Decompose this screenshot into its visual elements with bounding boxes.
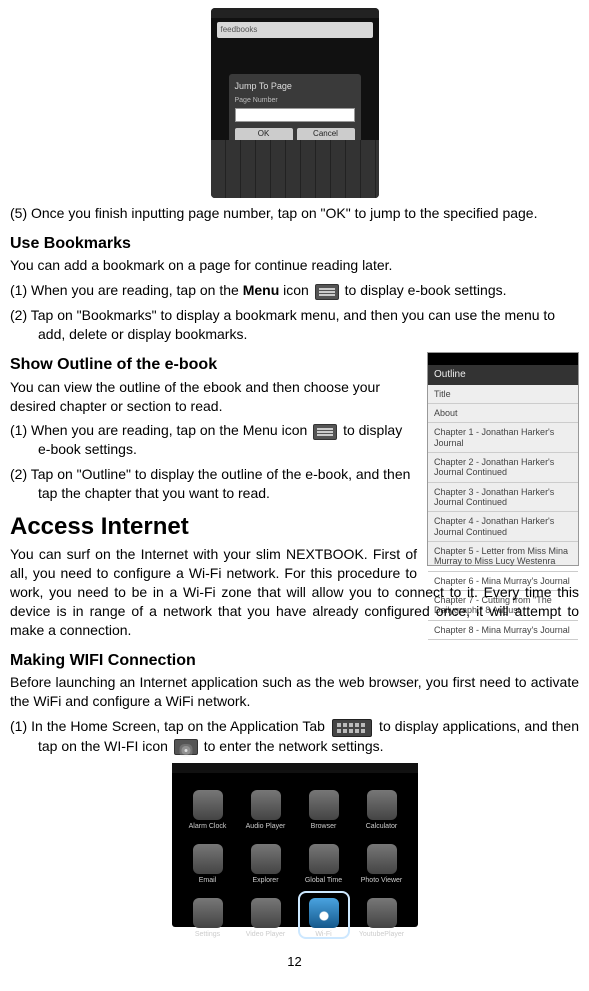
outline-item[interactable]: Chapter 5 - Letter from Miss Mina Murray… <box>428 542 578 572</box>
app-audio-player[interactable]: Audio Player <box>240 783 292 831</box>
app-settings[interactable]: Settings <box>182 891 234 939</box>
outline-item[interactable]: About <box>428 404 578 423</box>
app-global-time[interactable]: Global Time <box>298 837 350 885</box>
app-photo-viewer[interactable]: Photo Viewer <box>356 837 408 885</box>
outline-item[interactable]: Chapter 8 - Mina Murray's Journal <box>428 621 578 640</box>
jump-to-page-dialog: Jump To Page Page Number OK Cancel <box>229 74 361 148</box>
outline-item[interactable]: Chapter 2 - Jonathan Harker's Journal Co… <box>428 453 578 483</box>
outline-item[interactable]: Title <box>428 385 578 404</box>
app-calculator[interactable]: Calculator <box>356 783 408 831</box>
app-video-player[interactable]: Video Player <box>240 891 292 939</box>
on-screen-keyboard[interactable] <box>211 140 379 198</box>
making-wifi-intro: Before launching an Internet application… <box>10 673 579 711</box>
outline-item[interactable]: Chapter 1 - Jonathan Harker's Journal <box>428 423 578 453</box>
jump-to-page-screenshot: feedbooks Jump To Page Page Number OK Ca… <box>211 8 379 198</box>
app-explorer[interactable]: Explorer <box>240 837 292 885</box>
bookmarks-step-1: (1) When you are reading, tap on the Men… <box>10 281 579 300</box>
app-alarm-clock[interactable]: Alarm Clock <box>182 783 234 831</box>
outline-panel-header: Outline <box>428 365 578 385</box>
dialog-title: Jump To Page <box>235 80 355 92</box>
outline-item[interactable]: Chapter 3 - Jonathan Harker's Journal Co… <box>428 483 578 513</box>
menu-icon <box>315 284 339 300</box>
applications-screenshot: Alarm Clock Audio Player Browser Calcula… <box>172 763 418 927</box>
reader-toolbar: feedbooks <box>217 22 373 38</box>
app-wifi[interactable]: Wi-Fi <box>298 891 350 939</box>
use-bookmarks-intro: You can add a bookmark on a page for con… <box>10 256 579 275</box>
app-youtube-player[interactable]: YoutubePlayer <box>356 891 408 939</box>
application-tab-icon <box>332 719 372 737</box>
app-email[interactable]: Email <box>182 837 234 885</box>
step-5-text: (5) Once you finish inputting page numbe… <box>10 204 579 223</box>
menu-icon <box>313 424 337 440</box>
page-number: 12 <box>10 953 579 971</box>
outline-screenshot: Outline Title About Chapter 1 - Jonathan… <box>427 352 579 566</box>
app-browser[interactable]: Browser <box>298 783 350 831</box>
use-bookmarks-heading: Use Bookmarks <box>10 233 579 255</box>
bookmarks-step-2: (2) Tap on "Bookmarks" to display a book… <box>10 306 579 344</box>
wifi-step-1: (1) In the Home Screen, tap on the Appli… <box>10 717 579 755</box>
outline-item[interactable]: Chapter 4 - Jonathan Harker's Journal Co… <box>428 512 578 542</box>
dialog-field-label: Page Number <box>235 96 355 105</box>
page-number-input[interactable] <box>235 108 355 122</box>
making-wifi-heading: Making WIFI Connection <box>10 650 579 672</box>
wifi-icon <box>174 739 198 755</box>
